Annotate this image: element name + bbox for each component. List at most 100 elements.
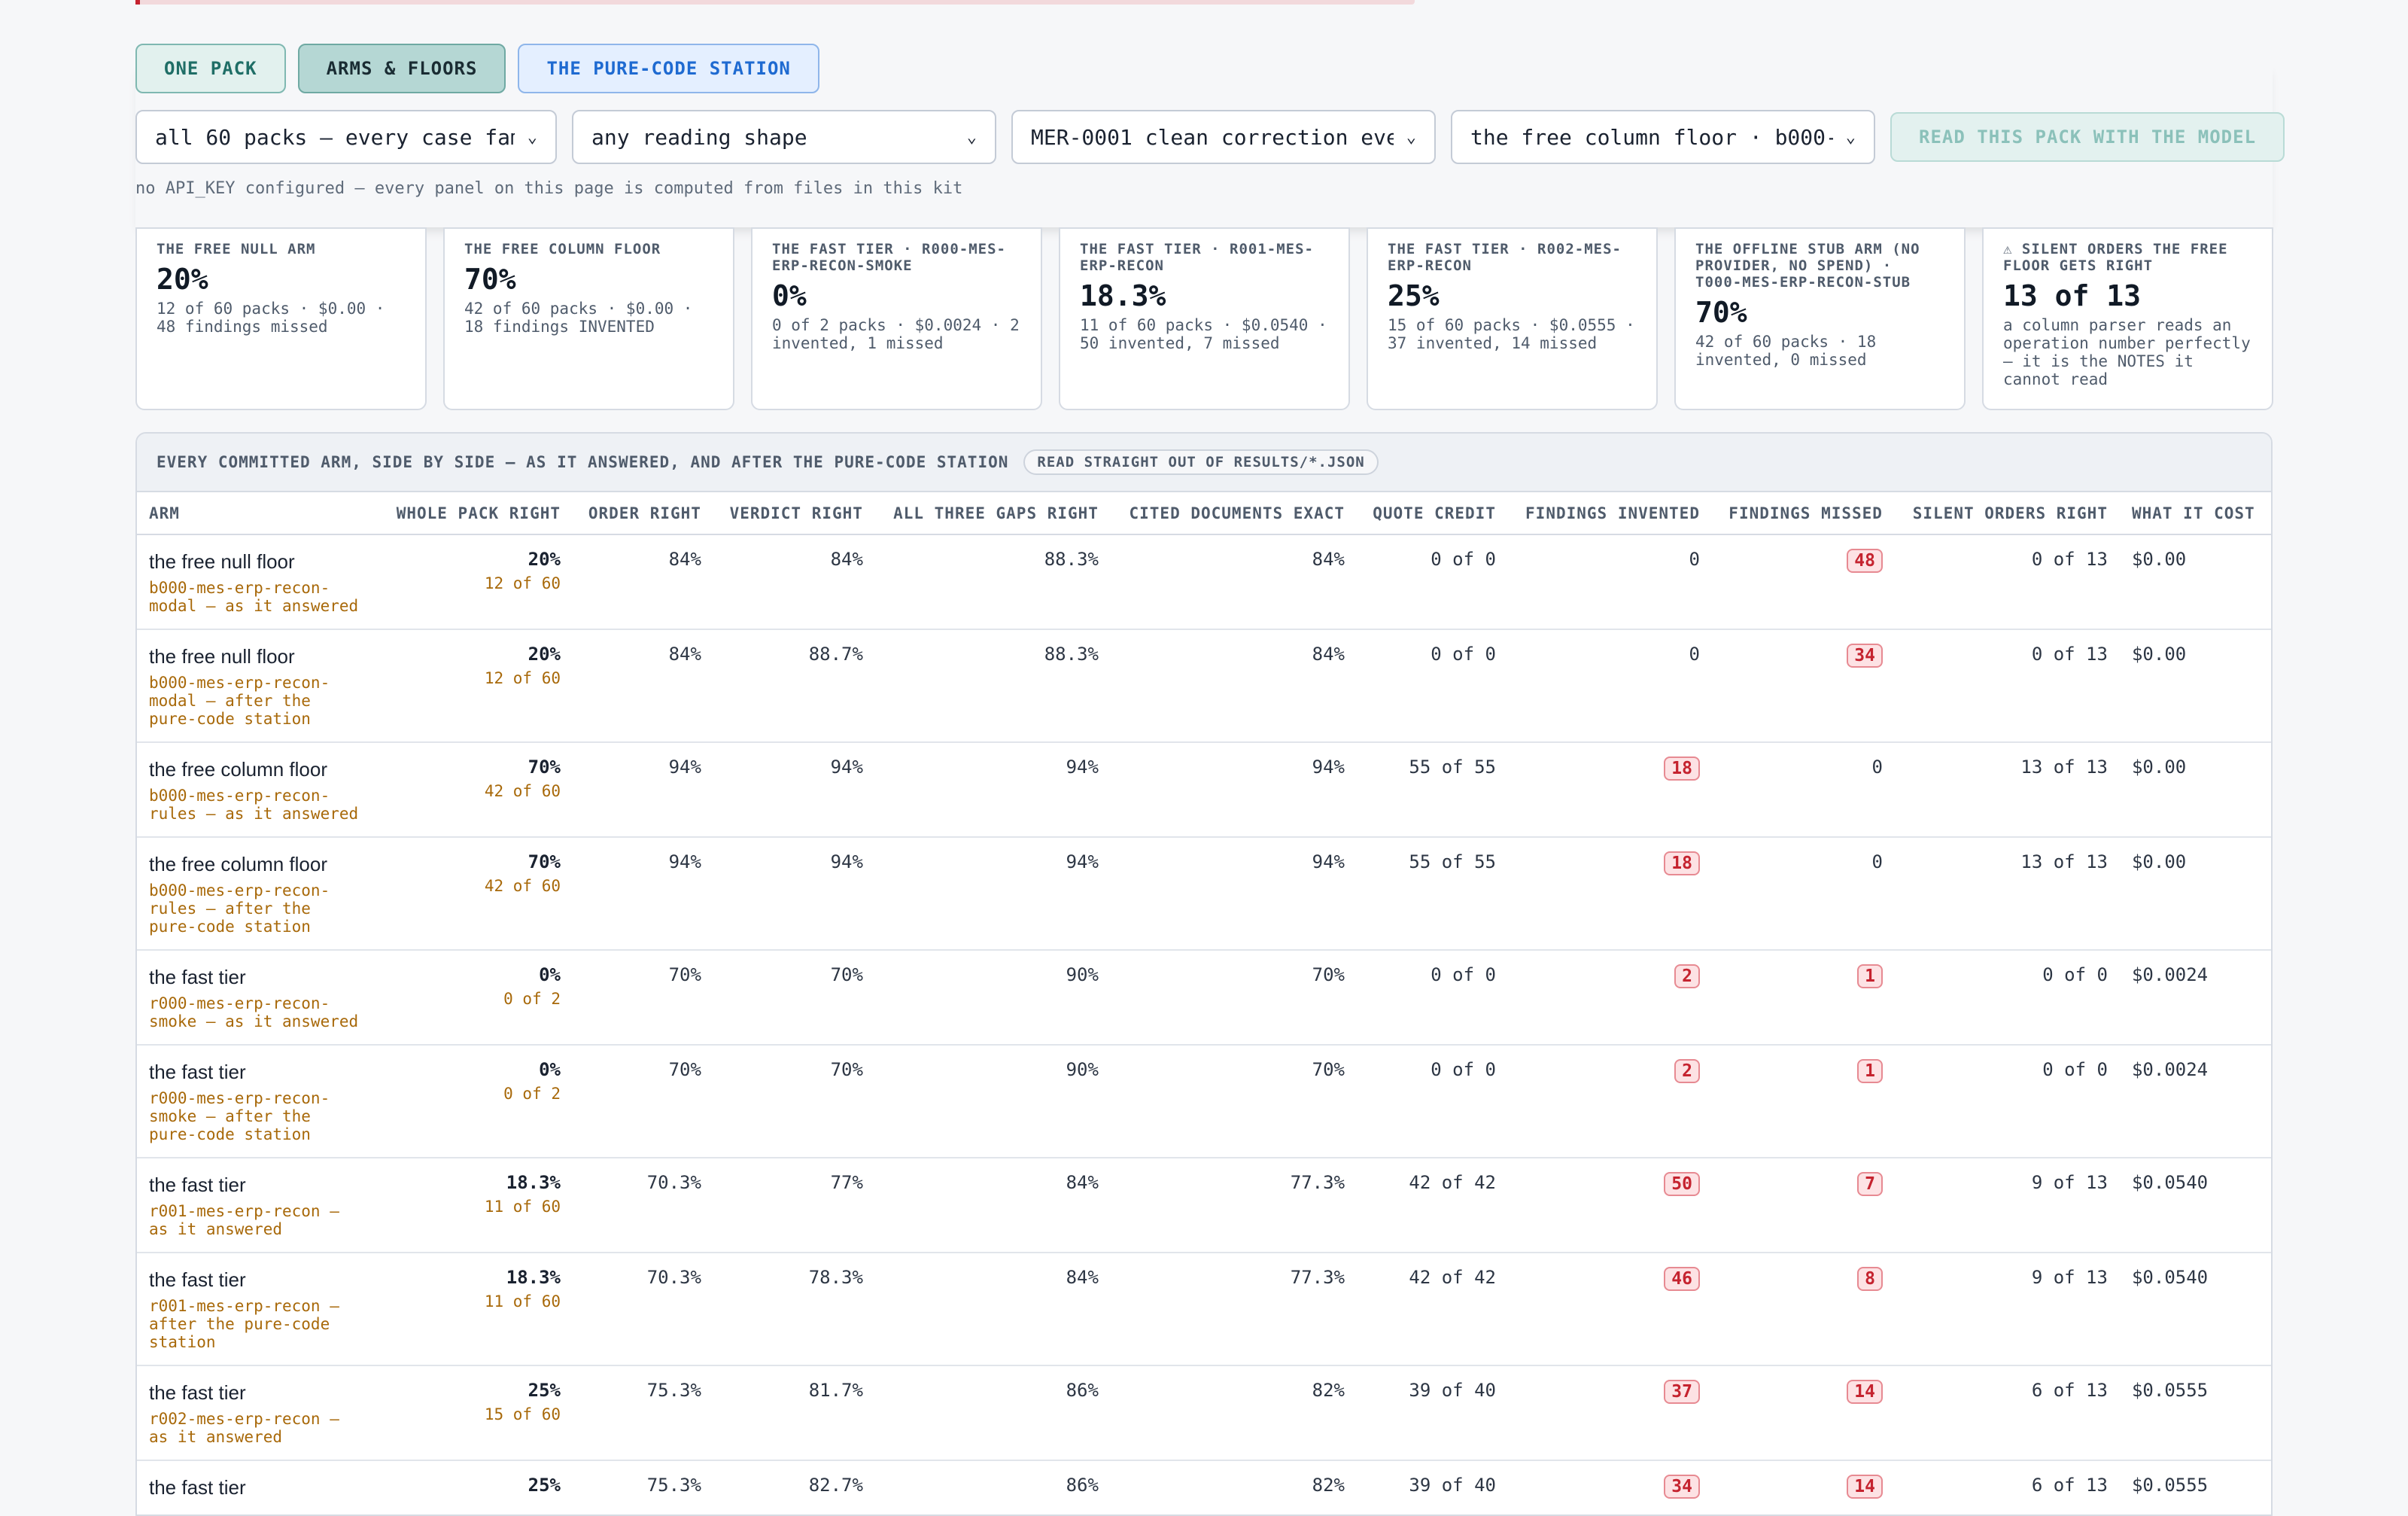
findings-missed: 0: [1871, 851, 1883, 872]
cell-silent-orders: 6 of 13: [1894, 1365, 2120, 1461]
table-row[interactable]: the free column floor b000-mes-erp-recon-…: [137, 837, 2271, 951]
table-row[interactable]: the fast tier r000-mes-erp-recon-smoke — …: [137, 950, 2271, 1046]
cell-cost: $0.0555: [2119, 1460, 2271, 1514]
cell-order-right: 84%: [573, 534, 713, 630]
controls-row: all 60 packs — every case family ⌄ any r…: [135, 110, 2285, 164]
card-label: THE FAST TIER · R001-MES-ERP-RECON: [1080, 241, 1314, 274]
cell-cost: $0.0555: [2119, 1365, 2271, 1461]
whole-pack-pct: 0%: [539, 964, 561, 985]
table-row[interactable]: the fast tier r001-mes-erp-recon — after …: [137, 1253, 2271, 1366]
summary-cards: THE FREE NULL ARM 20% 12 of 60 packs · $…: [135, 227, 2273, 410]
cell-cited-documents: 84%: [1110, 534, 1358, 630]
cell-cost: $0.00: [2119, 534, 2271, 630]
table-header-bar: EVERY COMMITTED ARM, SIDE BY SIDE — AS I…: [137, 434, 2271, 492]
chevron-down-icon: ⌄: [1845, 127, 1856, 147]
whole-pack-pct: 20%: [528, 644, 561, 665]
cell-order-right: 75.3%: [573, 1365, 713, 1461]
cell-verdict-right: 84%: [713, 534, 875, 630]
table-row[interactable]: the fast tier r001-mes-erp-recon — as it …: [137, 1158, 2271, 1253]
cell-whole-pack-right: 20% 12 of 60: [379, 629, 573, 743]
case-select[interactable]: MER-0001 clean correction every ⌄: [1011, 110, 1436, 164]
cell-whole-pack-right: 20% 12 of 60: [379, 534, 573, 630]
cell-arm: the fast tier: [137, 1460, 379, 1514]
cell-cited-documents: 70%: [1110, 1045, 1358, 1158]
table-row[interactable]: the fast tier r000-mes-erp-recon-smoke — …: [137, 1045, 2271, 1158]
whole-pack-count: 42 of 60: [484, 877, 561, 895]
source-pill: READ STRAIGHT OUT OF RESULTS/*.JSON: [1023, 449, 1379, 475]
col-order-right: ORDER RIGHT: [573, 492, 713, 535]
card-value: 70%: [1695, 296, 1747, 329]
whole-pack-pct: 18.3%: [506, 1172, 561, 1193]
findings-missed-badge: 7: [1857, 1172, 1883, 1196]
arm-select[interactable]: the free column floor · b000-mes ⌄: [1451, 110, 1875, 164]
cell-all-three-gaps: 94%: [874, 742, 1111, 838]
cell-quote-credit: 39 of 40: [1357, 1460, 1508, 1514]
findings-missed-badge: 8: [1857, 1267, 1883, 1291]
cell-findings-invented: 18: [1507, 837, 1712, 951]
table-header-row: ARM WHOLE PACK RIGHT ORDER RIGHT VERDICT…: [137, 492, 2271, 535]
cell-all-three-gaps: 86%: [874, 1365, 1111, 1461]
cell-quote-credit: 55 of 55: [1357, 837, 1508, 951]
col-all-three-gaps-right: ALL THREE GAPS RIGHT: [874, 492, 1111, 535]
cell-cited-documents: 77.3%: [1110, 1253, 1358, 1366]
cell-findings-missed: 1: [1711, 1045, 1895, 1158]
cell-order-right: 70.3%: [573, 1253, 713, 1366]
table-row[interactable]: the free null floor b000-mes-erp-recon-mo…: [137, 629, 2271, 743]
arm-name: the fast tier: [149, 1381, 246, 1404]
tab-arms-floors[interactable]: ARMS & FLOORS: [297, 44, 506, 93]
cell-findings-missed: 1: [1711, 950, 1895, 1046]
card-label: THE FAST TIER · R000-MES-ERP-RECON-SMOKE: [772, 241, 1006, 274]
shape-select-value: any reading shape: [591, 124, 807, 150]
cell-arm: the fast tier r002-mes-erp-recon — as it …: [137, 1365, 379, 1461]
col-cited-documents-exact: CITED DOCUMENTS EXACT: [1110, 492, 1358, 535]
pack-select-value: all 60 packs — every case family: [155, 124, 515, 150]
cell-arm: the fast tier r001-mes-erp-recon — after …: [137, 1253, 379, 1366]
arm-name: the free column floor: [149, 758, 328, 781]
card-fast-tier-r001: THE FAST TIER · R001-MES-ERP-RECON 18.3%…: [1059, 227, 1350, 410]
shape-select[interactable]: any reading shape ⌄: [572, 110, 996, 164]
cell-findings-invented: 46: [1507, 1253, 1712, 1366]
read-pack-button[interactable]: READ THIS PACK WITH THE MODEL: [1890, 112, 2285, 162]
cell-verdict-right: 88.7%: [713, 629, 875, 743]
card-sub: a column parser reads an operation numbe…: [2003, 316, 2251, 388]
table-row[interactable]: the fast tier r002-mes-erp-recon — as it …: [137, 1365, 2271, 1461]
table-row[interactable]: the free null floor b000-mes-erp-recon-mo…: [137, 534, 2271, 630]
cell-cited-documents: 70%: [1110, 950, 1358, 1046]
findings-invented-badge: 2: [1674, 1059, 1700, 1083]
cell-silent-orders: 13 of 13: [1894, 742, 2120, 838]
cell-verdict-right: 70%: [713, 1045, 875, 1158]
arm-name: the fast tier: [149, 1268, 246, 1291]
cell-whole-pack-right: 18.3% 11 of 60: [379, 1158, 573, 1253]
cell-whole-pack-right: 70% 42 of 60: [379, 742, 573, 838]
tab-one-pack[interactable]: ONE PACK: [135, 44, 286, 93]
table-row[interactable]: the free column floor b000-mes-erp-recon-…: [137, 742, 2271, 838]
arm-name: the fast tier: [149, 1061, 246, 1083]
cell-quote-credit: 42 of 42: [1357, 1158, 1508, 1253]
cell-findings-missed: 7: [1711, 1158, 1895, 1253]
cell-order-right: 75.3%: [573, 1460, 713, 1514]
cell-silent-orders: 13 of 13: [1894, 837, 2120, 951]
table-row[interactable]: the fast tier 25% 75.3% 82.7% 86% 82% 39 of 40…: [137, 1460, 2271, 1514]
whole-pack-pct: 18.3%: [506, 1267, 561, 1288]
cell-order-right: 84%: [573, 629, 713, 743]
findings-invented: 0: [1689, 549, 1700, 570]
cell-arm: the fast tier r001-mes-erp-recon — as it …: [137, 1158, 379, 1253]
cell-findings-missed: 0: [1711, 837, 1895, 951]
tab-pure-code-station[interactable]: THE PURE-CODE STATION: [518, 44, 819, 93]
findings-missed: 0: [1871, 756, 1883, 778]
cell-findings-missed: 0: [1711, 742, 1895, 838]
arm-run-id: r002-mes-erp-recon — as it answered: [149, 1410, 339, 1446]
cell-quote-credit: 0 of 0: [1357, 1045, 1508, 1158]
arms-table-panel: EVERY COMMITTED ARM, SIDE BY SIDE — AS I…: [135, 432, 2273, 1516]
whole-pack-count: 11 of 60: [484, 1292, 561, 1311]
cell-all-three-gaps: 84%: [874, 1253, 1111, 1366]
arms-table: ARM WHOLE PACK RIGHT ORDER RIGHT VERDICT…: [137, 492, 2271, 1514]
chevron-down-icon: ⌄: [1406, 127, 1416, 147]
pack-select[interactable]: all 60 packs — every case family ⌄: [135, 110, 557, 164]
whole-pack-pct: 70%: [528, 756, 561, 778]
arm-run-id: r001-mes-erp-recon — after the pure-code…: [149, 1297, 339, 1351]
card-sub: 42 of 60 packs · 18 invented, 0 missed: [1695, 333, 1877, 369]
cell-cost: $0.00: [2119, 742, 2271, 838]
col-verdict-right: VERDICT RIGHT: [713, 492, 875, 535]
card-value: 20%: [157, 263, 208, 296]
